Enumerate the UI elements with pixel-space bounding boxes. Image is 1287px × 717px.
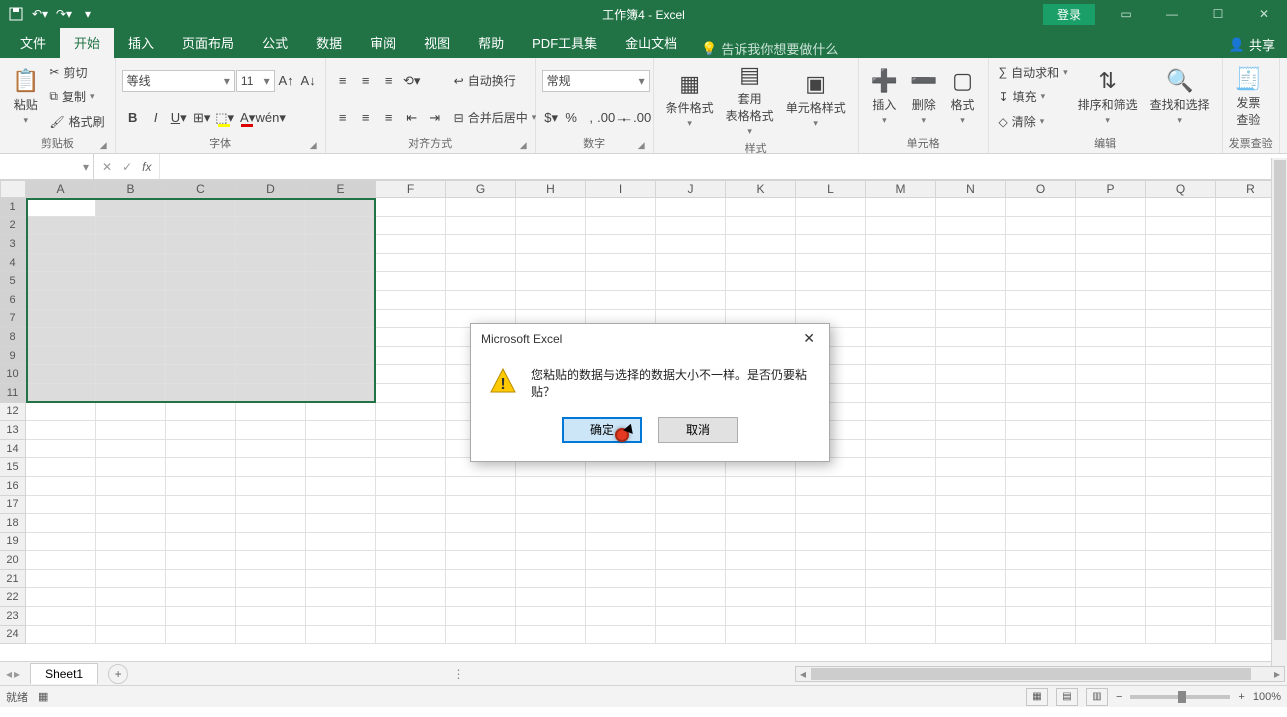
minimize-icon[interactable]: —: [1149, 0, 1195, 28]
dialog: Microsoft Excel ✕ ! 您粘贴的数据与选择的数据大小不一样。是否…: [470, 323, 830, 462]
close-icon[interactable]: ✕: [799, 330, 819, 347]
zoom-slider[interactable]: [1130, 695, 1230, 699]
ribbon-display-icon[interactable]: ▭: [1103, 0, 1149, 28]
dialog-message: 您粘贴的数据与选择的数据大小不一样。是否仍要粘贴？: [531, 367, 811, 401]
login-button[interactable]: 登录: [1043, 4, 1095, 25]
close-icon[interactable]: ✕: [1241, 0, 1287, 28]
modal-overlay: Microsoft Excel ✕ ! 您粘贴的数据与选择的数据大小不一样。是否…: [0, 0, 1287, 717]
maximize-icon[interactable]: ☐: [1195, 0, 1241, 28]
cursor-icon: [615, 428, 629, 442]
dialog-title: Microsoft Excel: [481, 332, 562, 346]
cancel-button[interactable]: 取消: [658, 417, 738, 443]
warning-icon: !: [489, 367, 517, 395]
svg-text:!: !: [500, 376, 505, 393]
